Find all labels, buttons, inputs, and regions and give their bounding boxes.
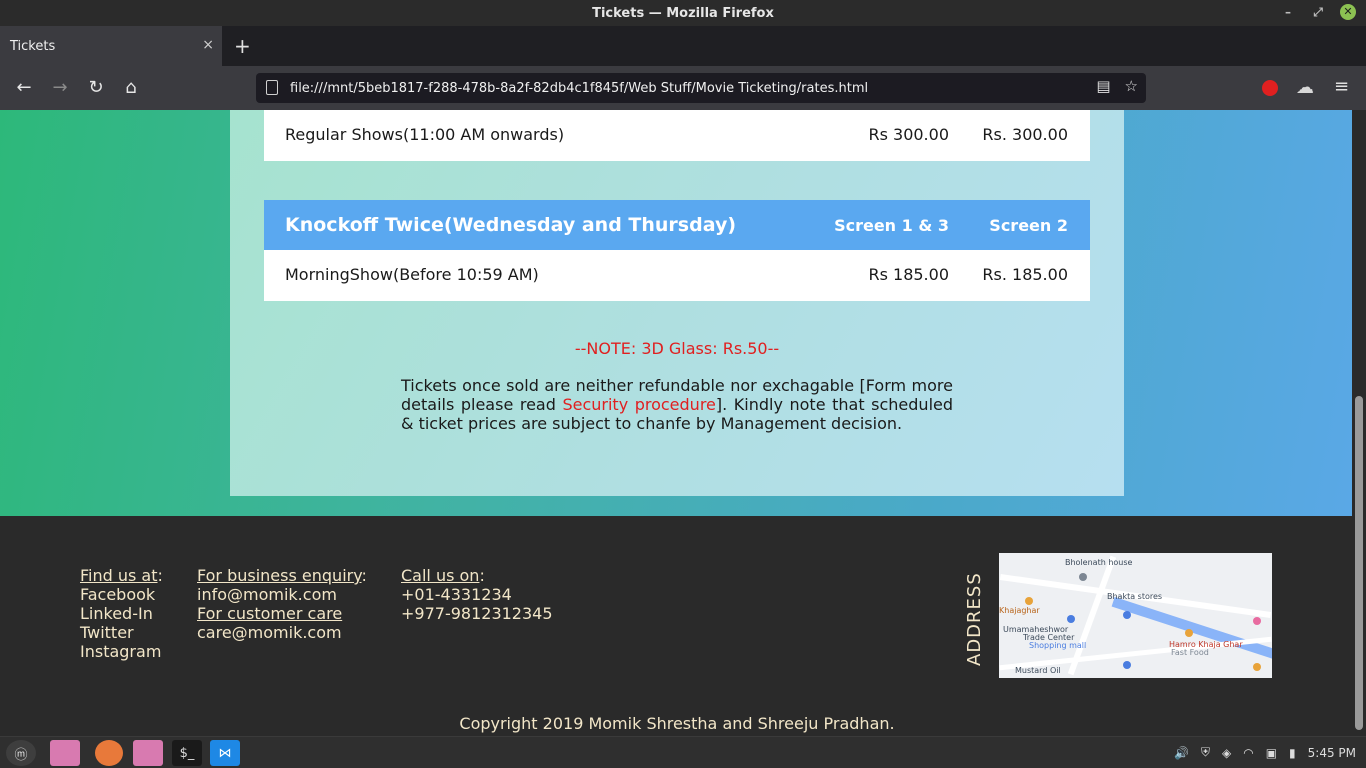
url-actions: ▤ ☆ — [1096, 77, 1138, 95]
copyright: Copyright 2019 Momik Shrestha and Shreej… — [459, 714, 895, 733]
phone-1[interactable]: +01-4331234 — [401, 585, 553, 604]
taskbar: ⓜ $_ ⋈ 🔊 ⛨ ◈ ◠ ▣ ▮ 5:45 PM — [0, 736, 1366, 768]
map-pin-icon — [1185, 629, 1193, 637]
linkedin-link[interactable]: Linked-In — [80, 604, 163, 623]
footer-business: For business enquiry: info@momik.com For… — [197, 566, 367, 642]
site-footer: Find us at: Facebook Linked-In Twitter I… — [0, 516, 1352, 736]
system-tray: 🔊 ⛨ ◈ ◠ ▣ ▮ 5:45 PM — [1174, 745, 1356, 760]
map-label: Mustard Oil — [1015, 666, 1061, 675]
reload-icon[interactable]: ↻ — [84, 76, 108, 100]
rate-header-knockoff: Knockoff Twice(Wednesday and Thursday) S… — [264, 200, 1090, 250]
map-label: Bholenath house — [1065, 558, 1133, 567]
care-email[interactable]: care@momik.com — [197, 623, 367, 642]
business-email[interactable]: info@momik.com — [197, 585, 367, 604]
price-screen-1-3: Rs 185.00 — [868, 265, 949, 284]
map-pin-icon — [1123, 661, 1131, 669]
tab-close-icon[interactable]: × — [202, 37, 214, 53]
minimize-icon[interactable]: – — [1280, 5, 1296, 19]
volume-icon[interactable]: 🔊 — [1174, 746, 1189, 760]
scrollbar-thumb[interactable] — [1355, 396, 1363, 730]
map-pin-icon — [1067, 615, 1075, 623]
clock[interactable]: 5:45 PM — [1308, 746, 1356, 760]
price-screen-2: Rs. 300.00 — [982, 125, 1068, 144]
reader-view-icon[interactable]: ▤ — [1096, 77, 1110, 95]
call-heading: Call us on: — [401, 566, 485, 585]
tab-label: Tickets — [10, 38, 56, 54]
business-heading: For business enquiry: — [197, 566, 367, 585]
price-screen-1-3: Rs 300.00 — [868, 125, 949, 144]
tab-tickets[interactable]: Tickets × — [0, 26, 222, 66]
twitter-link[interactable]: Twitter — [80, 623, 163, 642]
show-name: MorningShow(Before 10:59 AM) — [285, 265, 539, 284]
window-title: Tickets — Mozilla Firefox — [592, 5, 774, 21]
footer-call: Call us on: +01-4331234 +977-9812312345 — [401, 566, 553, 623]
navigation-bar: ← → ↻ ⌂ file:///mnt/5beb1817-f288-478b-8… — [0, 66, 1366, 110]
map-pin-icon — [1123, 611, 1131, 619]
facebook-link[interactable]: Facebook — [80, 585, 163, 604]
map-label: Khajaghar — [999, 606, 1040, 615]
security-procedure-link[interactable]: Security procedure — [562, 395, 715, 414]
wifi-icon[interactable]: ◠ — [1243, 746, 1253, 760]
page-icon — [266, 80, 278, 95]
hamburger-menu-icon[interactable]: ≡ — [1334, 76, 1349, 97]
window-titlebar: Tickets — Mozilla Firefox – ⤢ ✕ — [0, 0, 1366, 26]
maximize-icon[interactable]: ⤢ — [1310, 5, 1326, 20]
window-controls: – ⤢ ✕ — [1280, 4, 1356, 20]
customer-care-heading: For customer care — [197, 604, 343, 623]
footer-social: Find us at: Facebook Linked-In Twitter I… — [80, 566, 163, 661]
address-map[interactable]: Bholenath house Bhakta stores Khajaghar … — [999, 553, 1272, 678]
map-pin-icon — [1253, 617, 1261, 625]
close-window-icon[interactable]: ✕ — [1340, 4, 1356, 20]
section-title: Knockoff Twice(Wednesday and Thursday) — [285, 214, 737, 236]
map-pin-icon — [1025, 597, 1033, 605]
map-label: Shopping mall — [1029, 641, 1087, 650]
instagram-link[interactable]: Instagram — [80, 642, 163, 661]
header-screen-1-3: Screen 1 & 3 — [834, 216, 949, 235]
rate-row-regular: Regular Shows(11:00 AM onwards) Rs 300.0… — [264, 110, 1090, 161]
battery-icon[interactable]: ▮ — [1289, 746, 1296, 760]
bookmark-star-icon[interactable]: ☆ — [1125, 77, 1138, 95]
show-name: Regular Shows(11:00 AM onwards) — [285, 125, 565, 144]
address-label: ADDRESS — [964, 572, 985, 666]
url-bar[interactable]: file:///mnt/5beb1817-f288-478b-8a2f-82db… — [256, 73, 1146, 103]
header-screen-2: Screen 2 — [989, 216, 1068, 235]
back-icon[interactable]: ← — [12, 76, 36, 100]
folder-icon[interactable] — [133, 740, 163, 766]
clipboard-icon[interactable]: ▣ — [1266, 746, 1277, 760]
firefox-icon[interactable] — [95, 740, 123, 766]
files-folder-icon[interactable] — [50, 740, 80, 766]
ublock-extension-icon[interactable] — [1262, 80, 1278, 96]
extension-cloud-icon[interactable]: ☁ — [1296, 77, 1314, 98]
url-text: file:///mnt/5beb1817-f288-478b-8a2f-82db… — [290, 80, 869, 96]
ticket-policy: Tickets once sold are neither refundable… — [401, 376, 953, 433]
new-tab-icon[interactable]: + — [234, 34, 251, 58]
rates-card — [230, 110, 1124, 496]
home-icon[interactable]: ⌂ — [119, 76, 143, 100]
map-pin-icon — [1079, 573, 1087, 581]
map-label: Bhakta stores — [1107, 592, 1163, 601]
page-viewport: Regular Shows(11:00 AM onwards) Rs 300.0… — [0, 110, 1366, 736]
price-screen-2: Rs. 185.00 — [982, 265, 1068, 284]
map-pin-icon — [1253, 663, 1261, 671]
shield-icon[interactable]: ⛨ — [1201, 745, 1210, 760]
intel-icon[interactable]: ◈ — [1222, 746, 1231, 760]
tab-strip: Tickets × + — [0, 26, 1366, 66]
map-label: Fast Food — [1171, 648, 1209, 657]
forward-icon[interactable]: → — [48, 76, 72, 100]
vscode-icon[interactable]: ⋈ — [210, 740, 240, 766]
find-us-heading: Find us at: — [80, 566, 163, 585]
terminal-icon[interactable]: $_ — [172, 740, 202, 766]
phone-2[interactable]: +977-9812312345 — [401, 604, 553, 623]
rate-row-morning: MorningShow(Before 10:59 AM) Rs 185.00 R… — [264, 250, 1090, 301]
glass-note: --NOTE: 3D Glass: Rs.50-- — [574, 339, 780, 358]
start-menu-icon[interactable]: ⓜ — [6, 740, 36, 766]
